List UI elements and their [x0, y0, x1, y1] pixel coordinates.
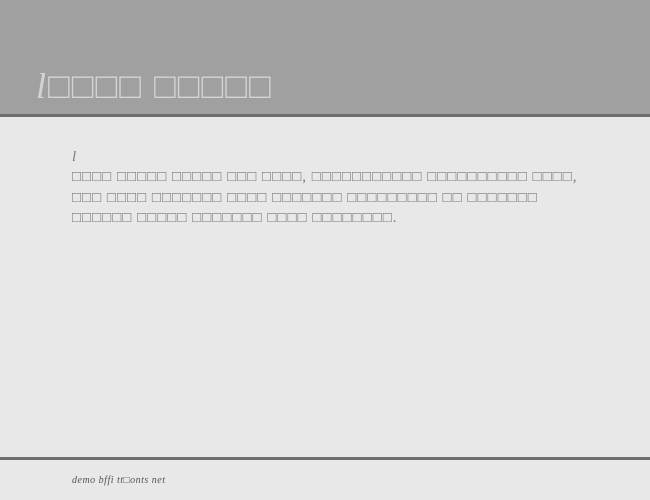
footer: demo bffi tt□onts net	[0, 460, 650, 500]
page-title: l□□□□ □□□□□	[36, 68, 273, 104]
content-area: l □□□□ □□□□□ □□□□□ □□□ □□□□, □□□□□□□□□□□ …	[0, 117, 650, 460]
title-rest: □□□□ □□□□□	[48, 68, 273, 104]
body-first-char: l	[72, 149, 77, 165]
body-paragraph: l □□□□ □□□□□ □□□□□ □□□ □□□□, □□□□□□□□□□□ …	[72, 147, 578, 228]
title-first-char: l	[36, 66, 48, 106]
footer-text: demo bffi tt□onts net	[72, 475, 165, 486]
body-rest: □□□□ □□□□□ □□□□□ □□□ □□□□, □□□□□□□□□□□ □…	[72, 167, 578, 228]
header: l□□□□ □□□□□	[0, 0, 650, 117]
